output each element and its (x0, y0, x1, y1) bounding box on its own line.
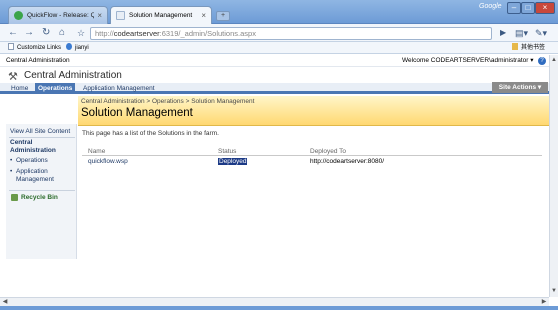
nav-recycle-bin[interactable]: Recycle Bin (21, 194, 58, 202)
bookmark-label: 其他书签 (521, 45, 546, 51)
close-tab-icon[interactable]: × (97, 11, 102, 20)
main-content: This page has a list of the Solutions in… (82, 130, 542, 165)
bookmark-label: jianyi (75, 45, 89, 51)
tab-solution-management[interactable]: Solution Management × (110, 6, 212, 24)
tab-label: QuickFlow - Release: Quick... (27, 12, 95, 19)
nav-divider (9, 190, 75, 191)
scroll-up-icon[interactable]: ▲ (550, 56, 558, 64)
url-scheme: http:// (95, 29, 114, 38)
page-menu-icon[interactable]: ▤▾ (515, 27, 528, 39)
sp-top-nav: Home Operations Application Management S… (0, 82, 549, 94)
help-icon[interactable]: ? (538, 57, 546, 65)
url-host: codeartserver (113, 29, 160, 38)
minimize-button[interactable]: – (507, 2, 521, 14)
horizontal-scrollbar[interactable]: ◀ ▶ (0, 297, 549, 306)
quickflow-favicon-icon (14, 11, 23, 20)
view-all-site-content-link[interactable]: View All Site Content (10, 128, 70, 136)
nav-item-operations[interactable]: Operations (16, 157, 48, 165)
scroll-down-icon[interactable]: ▼ (550, 287, 558, 295)
site-label[interactable]: Central Administration (6, 55, 70, 67)
page-viewport: Central Administration Welcome CODEARTSE… (0, 55, 558, 297)
bookmark-other[interactable]: 其他书签 (512, 42, 545, 54)
deployed-to-value: http://codeartserver:8080/ (310, 158, 385, 165)
page-description: This page has a list of the Solutions in… (82, 130, 219, 137)
recycle-bin-icon (11, 194, 18, 201)
nav-bullet-icon: • (10, 157, 13, 164)
tab-label: Solution Management (129, 12, 193, 19)
column-header-name[interactable]: Name (88, 147, 105, 156)
browser-brand: Google (479, 3, 502, 10)
column-header-status[interactable]: Status (218, 147, 236, 156)
wrench-menu-icon[interactable]: ✎▾ (535, 27, 547, 39)
home-button[interactable]: ⌂ (59, 27, 65, 39)
vertical-scrollbar[interactable]: ▲ ▼ (549, 55, 558, 297)
admin-tools-icon: ⚒ (8, 71, 18, 83)
reload-button[interactable]: ↻ (42, 27, 50, 39)
status-badge: Deployed (218, 157, 248, 166)
bookmarks-bar: Customize Links jianyi 其他书签 (0, 42, 558, 54)
close-tab-icon[interactable]: × (201, 11, 206, 20)
forward-button[interactable]: → (24, 27, 34, 39)
bookmark-jianyi[interactable]: jianyi (66, 42, 89, 54)
breadcrumb[interactable]: Central Administration > Operations > So… (81, 98, 254, 105)
page-title: Solution Management (81, 107, 193, 119)
window-bottom-edge (0, 306, 558, 310)
nav-bullet-icon: • (10, 168, 13, 175)
nav-header-central-administration[interactable]: Central Administration (10, 139, 70, 155)
browser-toolbar: ← → ↻ ⌂ ☆ http://codeartserver:6319/_adm… (0, 24, 558, 42)
browser-titlebar: QuickFlow - Release: Quick... × Solution… (0, 0, 558, 24)
back-button[interactable]: ← (8, 27, 18, 39)
nav-item-application-management[interactable]: Application Management (16, 168, 66, 184)
tab-home[interactable]: Home (8, 83, 31, 94)
tab-quickflow[interactable]: QuickFlow - Release: Quick... × (8, 6, 108, 24)
column-header-deployed-to[interactable]: Deployed To (310, 147, 346, 156)
table-header-row: Name Status Deployed To (82, 147, 542, 156)
app-title: Central Administration (24, 70, 122, 81)
new-tab-button[interactable]: + (216, 11, 230, 21)
bookmark-star-icon[interactable]: ☆ (77, 27, 85, 39)
bookmark-customize-links[interactable]: Customize Links (8, 42, 61, 54)
welcome-menu[interactable]: Welcome CODEARTSERVER\administrator ▾ (402, 55, 534, 67)
close-window-button[interactable]: × (535, 2, 555, 14)
page-title-banner: Central Administration > Operations > So… (78, 96, 549, 126)
go-icon[interactable]: ▶ (500, 27, 506, 39)
sp-global-bar: Central Administration Welcome CODEARTSE… (0, 55, 549, 67)
folder-icon (512, 43, 518, 50)
tab-operations[interactable]: Operations (35, 83, 76, 94)
left-navigation: View All Site Content Central Administra… (6, 124, 77, 259)
maximize-button[interactable]: □ (521, 2, 535, 14)
page-favicon-icon (116, 11, 125, 20)
scroll-left-icon[interactable]: ◀ (1, 298, 9, 306)
nav-divider (9, 137, 75, 138)
solution-name-link[interactable]: quickflow.wsp (88, 157, 128, 166)
scroll-right-icon[interactable]: ▶ (540, 298, 548, 306)
url-path: :6319/_admin/Solutions.aspx (159, 29, 256, 38)
site-actions-menu[interactable]: Site Actions ▾ (492, 82, 548, 93)
page-icon (8, 43, 14, 50)
table-row: quickflow.wsp Deployed http://codeartser… (82, 157, 542, 166)
status-text: Deployed (218, 158, 248, 165)
ie-icon (66, 43, 72, 50)
address-bar[interactable]: http://codeartserver:6319/_admin/Solutio… (90, 27, 492, 40)
bookmark-label: Customize Links (17, 45, 62, 51)
tab-application-management[interactable]: Application Management (80, 83, 158, 94)
